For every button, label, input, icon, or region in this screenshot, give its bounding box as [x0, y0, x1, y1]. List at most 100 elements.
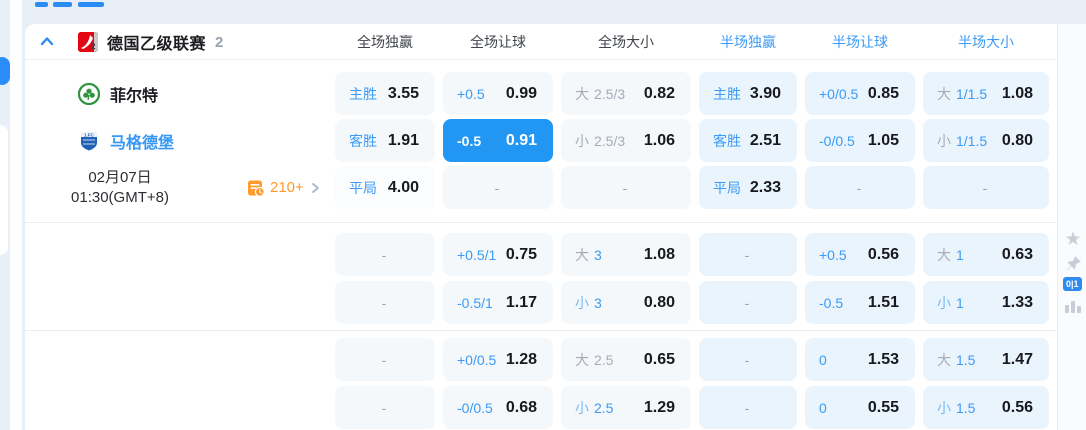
- score-badge[interactable]: 0|1: [1063, 277, 1082, 291]
- odds-cell-empty: -: [335, 281, 435, 324]
- favorite-star-icon[interactable]: ★: [1063, 230, 1083, 250]
- odds-cell[interactable]: 小 2.5/3 1.06: [561, 119, 691, 162]
- more-odds-link[interactable]: 210+: [247, 179, 321, 197]
- odds-cell[interactable]: 大 1/1.5 1.08: [923, 72, 1049, 115]
- odds-value: 1.47: [1001, 350, 1033, 368]
- odds-handicap: 1: [956, 294, 964, 311]
- odds-cell[interactable]: +0.5/1 0.75: [443, 233, 553, 276]
- empty-odds-dash: -: [622, 179, 628, 196]
- odds-cell[interactable]: 大 2.5 0.65: [561, 338, 691, 381]
- odds-cell-empty: -: [561, 166, 691, 209]
- home-team[interactable]: 菲尔特: [25, 72, 327, 115]
- odds-cell[interactable]: -0/0.5 0.68: [443, 386, 553, 429]
- odds-value: 1.08: [1001, 84, 1033, 102]
- empty-odds-dash: -: [744, 294, 750, 311]
- odds-cell[interactable]: 小 1.5 0.56: [923, 386, 1049, 429]
- odds-cell[interactable]: 0 0.55: [805, 386, 915, 429]
- match-date: 02月07日: [88, 168, 152, 186]
- odds-cell[interactable]: 大 3 1.08: [561, 233, 691, 276]
- column-header-1[interactable]: 全场独赢: [335, 32, 435, 52]
- odds-value: 1.51: [867, 293, 899, 311]
- odds-value: 0.85: [867, 84, 899, 102]
- odds-value: 1.06: [643, 131, 675, 149]
- odds-label: 小: [575, 132, 589, 149]
- stats-bar-chart-icon[interactable]: [1063, 296, 1083, 316]
- odds-label: 大: [575, 351, 589, 368]
- odds-value: 0.68: [505, 398, 537, 416]
- odds-cell[interactable]: -0.5/1 1.17: [443, 281, 553, 324]
- odds-label: -0/0.5: [457, 399, 493, 416]
- empty-odds-dash: -: [381, 246, 387, 263]
- column-header-4[interactable]: 半场独赢: [699, 32, 797, 52]
- left-blue-fragment: [0, 57, 10, 85]
- empty-odds-dash: -: [494, 179, 500, 196]
- odds-cell[interactable]: 小 1 1.33: [923, 281, 1049, 324]
- column-header-5[interactable]: 半场让球: [805, 32, 915, 52]
- odds-label: 主胜: [349, 85, 377, 102]
- odds-cell-empty: -: [699, 281, 797, 324]
- odds-label: 大: [937, 85, 951, 102]
- odds-cell[interactable]: 0 1.53: [805, 338, 915, 381]
- league-name[interactable]: 德国乙级联赛: [107, 30, 206, 54]
- odds-cell[interactable]: +0.5 0.56: [805, 233, 915, 276]
- odds-block-2: - +0.5/1 0.75 大 3 1.08- +0.5 0.56 大 1 0.63- -0.5/1 1…: [25, 223, 1086, 331]
- odds-handicap: 1.5: [956, 399, 976, 416]
- odds-cell[interactable]: 客胜 1.91: [335, 119, 435, 162]
- odds-label: 小: [575, 294, 589, 311]
- odds-page: { "colors": { "accent": "#3b9bf5", "high…: [0, 0, 1086, 430]
- odds-cell[interactable]: +0/0.5 0.85: [805, 72, 915, 115]
- odds-label: 大: [937, 246, 951, 263]
- empty-odds-dash: -: [381, 399, 387, 416]
- column-header-6[interactable]: 半场大小: [923, 32, 1049, 52]
- empty-odds-dash: -: [856, 179, 862, 196]
- away-team[interactable]: 1.FC 马格德堡: [25, 119, 327, 162]
- odds-cell[interactable]: 客胜 2.51: [699, 119, 797, 162]
- odds-value: 1.91: [387, 131, 419, 149]
- odds-label: 平局: [713, 179, 741, 196]
- odds-cell[interactable]: 主胜 3.90: [699, 72, 797, 115]
- odds-label: 小: [575, 399, 589, 416]
- odds-cell[interactable]: 主胜 3.55: [335, 72, 435, 115]
- league-odds-card: 2 德国乙级联赛 2 全场独赢 全场让球 全场大小 半场独赢 半场让球 半场大小 菲尔特 主…: [25, 24, 1086, 430]
- odds-handicap: 2.5: [594, 399, 614, 416]
- odds-block-1: 菲尔特 主胜 3.55 +0.5 0.99 大 2.5/3 0.82 主胜 3.90 +0/0.5 0…: [25, 60, 1086, 223]
- odds-cell[interactable]: 大 1.5 1.47: [923, 338, 1049, 381]
- clipped-tab-text-fragment: [53, 2, 72, 7]
- odds-label: 小: [937, 294, 951, 311]
- odds-value: 1.05: [867, 131, 899, 149]
- league-header-label: 2 德国乙级联赛 2: [25, 24, 327, 60]
- odds-cell[interactable]: 小 2.5 1.29: [561, 386, 691, 429]
- odds-cell[interactable]: +0.5 0.99: [443, 72, 553, 115]
- odds-handicap: 1.5: [956, 351, 976, 368]
- match-datetime: 02月07日 01:30(GMT+8): [55, 168, 185, 208]
- odds-value: 0.99: [505, 84, 537, 102]
- odds-handicap: 2.5: [594, 351, 614, 368]
- odds-cell-empty: -: [805, 166, 915, 209]
- odds-value: 3.55: [387, 84, 419, 102]
- odds-label: 大: [937, 351, 951, 368]
- column-header-2[interactable]: 全场让球: [443, 32, 553, 52]
- odds-value: 1.29: [643, 398, 675, 416]
- odds-cell[interactable]: 平局 2.33: [699, 166, 797, 209]
- odds-label: +0/0.5: [457, 351, 497, 368]
- odds-cell[interactable]: -0/0.5 1.05: [805, 119, 915, 162]
- odds-cell[interactable]: 平局 4.00: [335, 166, 435, 209]
- odds-value: 0.80: [1001, 131, 1033, 149]
- odds-cell[interactable]: -0.5 1.51: [805, 281, 915, 324]
- odds-cell[interactable]: 小 3 0.80: [561, 281, 691, 324]
- odds-value: 0.80: [643, 293, 675, 311]
- collapse-chevron-icon[interactable]: [38, 33, 56, 51]
- odds-handicap: 3: [594, 294, 602, 311]
- odds-cell[interactable]: 小 1/1.5 0.80: [923, 119, 1049, 162]
- odds-cell[interactable]: +0/0.5 1.28: [443, 338, 553, 381]
- league-logo-icon: 2: [78, 32, 98, 52]
- odds-value: 0.82: [643, 84, 675, 102]
- odds-cell[interactable]: 大 2.5/3 0.82: [561, 72, 691, 115]
- column-header-3[interactable]: 全场大小: [561, 32, 691, 52]
- odds-cell[interactable]: 大 1 0.63: [923, 233, 1049, 276]
- pin-icon[interactable]: [1063, 254, 1083, 274]
- clipped-tab-text-fragment: [78, 2, 104, 7]
- svg-text:1.FC: 1.FC: [84, 132, 95, 137]
- odds-cell[interactable]: -0.5 0.91: [443, 119, 553, 162]
- odds-handicap: 1: [956, 246, 964, 263]
